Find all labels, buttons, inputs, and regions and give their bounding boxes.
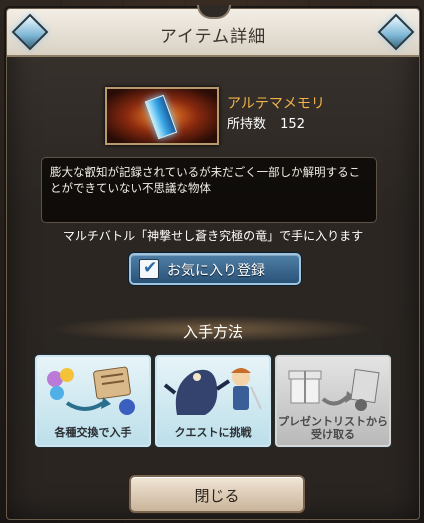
quest-icon [163,368,262,415]
close-label: 閉じる [194,487,240,505]
item-description: 膨大な叡知が記録されているが未だごく一部しか解明することができていない不思議な物… [50,165,361,195]
owned-count-row: 所持数 152 [227,113,305,132]
present-list-method-label: プレゼントリストから 受け取る [277,415,389,441]
exchange-method-label: 各種交換で入手 [54,426,132,439]
description-box: 膨大な叡知が記録されているが未だごく一部しか解明することができていない不思議な物… [41,157,377,223]
owned-label: 所持数 [227,117,267,132]
acquisition-source-text: マルチバトル「神撃せし蒼き究極の竜」で手に入ります [62,229,364,243]
quest-method-card[interactable]: クエストに挑戦 [155,355,271,447]
favorite-checkbox[interactable]: ✔ [139,258,159,279]
present-list-method-card: プレゼントリストから 受け取る [275,355,391,447]
item-image [105,87,219,145]
dialog-title: アイテム詳細 [159,27,267,47]
present-list-label-line2: 受け取る [311,428,355,441]
owned-count: 152 [280,117,305,132]
quest-method-label: クエストに挑戦 [174,426,252,439]
header-ornament [197,5,231,19]
dialog-header: アイテム詳細 [7,5,419,57]
acquisition-method-title: 入手方法 [182,323,243,341]
favorite-label: お気に入り登録 [167,263,265,279]
check-icon: ✔ [143,258,158,278]
close-button[interactable]: 閉じる [129,475,305,513]
item-detail-dialog: アイテム詳細 アルテマメモリ 所持数 152 膨大な叡知が記録されているが未だご… [6,5,420,520]
present-list-label-line1: プレゼントリストから [278,415,388,428]
present-icon [288,368,380,411]
exchange-icon [47,366,135,415]
crystal-icon [144,94,178,140]
favorite-register-button[interactable]: ✔ お気に入り登録 [129,253,301,285]
item-name: アルテマメモリ [227,96,325,112]
exchange-method-card[interactable]: 各種交換で入手 [35,355,151,447]
